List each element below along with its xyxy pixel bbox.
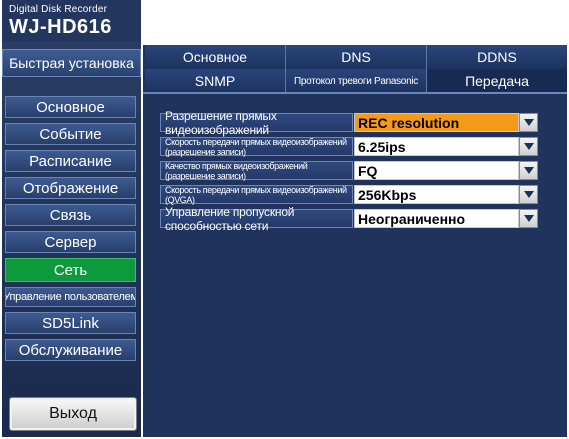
sidebar-item-sd5link[interactable]: SD5Link xyxy=(5,312,136,334)
sidebar-item-event[interactable]: Событие xyxy=(5,123,136,145)
quick-setup-button[interactable]: Быстрая установка xyxy=(2,49,141,77)
chevron-down-icon[interactable] xyxy=(519,209,538,228)
setting-value-select[interactable]: FQ xyxy=(354,161,519,180)
device-subtitle: Digital Disk Recorder xyxy=(9,4,108,15)
setting-value-select[interactable]: 256Kbps xyxy=(354,185,519,204)
tab-ddns[interactable]: DDNS xyxy=(427,45,567,69)
sidebar-item-display[interactable]: Отображение xyxy=(5,177,136,199)
sidebar-item-network[interactable]: Сеть xyxy=(5,258,136,282)
setting-label: Скорость передачи прямых видеоизображени… xyxy=(160,137,353,157)
tab-underline xyxy=(143,92,567,94)
device-model: WJ-HD616 xyxy=(9,16,112,38)
sidebar-item-basic[interactable]: Основное xyxy=(5,96,136,118)
tab-transmission[interactable]: Передача xyxy=(427,69,567,93)
sidebar-item-user-management[interactable]: Управление пользователем xyxy=(5,287,136,307)
tab-basic[interactable]: Основное xyxy=(145,45,286,69)
sidebar-item-maintenance[interactable]: Обслуживание xyxy=(5,339,136,361)
tab-dns[interactable]: DNS xyxy=(286,45,427,69)
tab-snmp[interactable]: SNMP xyxy=(145,69,286,93)
setting-value-select[interactable]: REC resolution xyxy=(354,113,519,132)
setting-label: Скорость передачи прямых видеоизображени… xyxy=(160,185,353,205)
setting-value-select[interactable]: 6.25ips xyxy=(354,137,519,156)
sidebar-item-server[interactable]: Сервер xyxy=(5,231,136,253)
tab-row-2: SNMP Протокол тревоги Panasonic Передача xyxy=(145,69,567,93)
setting-value-select[interactable]: Неограниченно xyxy=(354,209,519,228)
chevron-down-icon[interactable] xyxy=(519,185,538,204)
setting-label: Качество прямых видеоизображений (разреш… xyxy=(160,161,353,181)
chevron-down-icon[interactable] xyxy=(519,137,538,156)
network-settings-panel xyxy=(143,45,567,437)
sidebar-item-comm[interactable]: Связь xyxy=(5,204,136,226)
exit-button[interactable]: Выход xyxy=(10,398,136,430)
setting-label: Управление пропускной способностью сети xyxy=(160,205,353,233)
tab-row-1: Основное DNS DDNS xyxy=(145,45,567,69)
chevron-down-icon[interactable] xyxy=(519,161,538,180)
sidebar-item-schedule[interactable]: Расписание xyxy=(5,150,136,172)
chevron-down-icon[interactable] xyxy=(519,113,538,132)
tab-panasonic-alarm[interactable]: Протокол тревоги Panasonic xyxy=(286,69,427,93)
setting-label: Разрешение прямых видеоизображений xyxy=(160,109,353,137)
header: Digital Disk Recorder WJ-HD616 xyxy=(2,0,141,42)
